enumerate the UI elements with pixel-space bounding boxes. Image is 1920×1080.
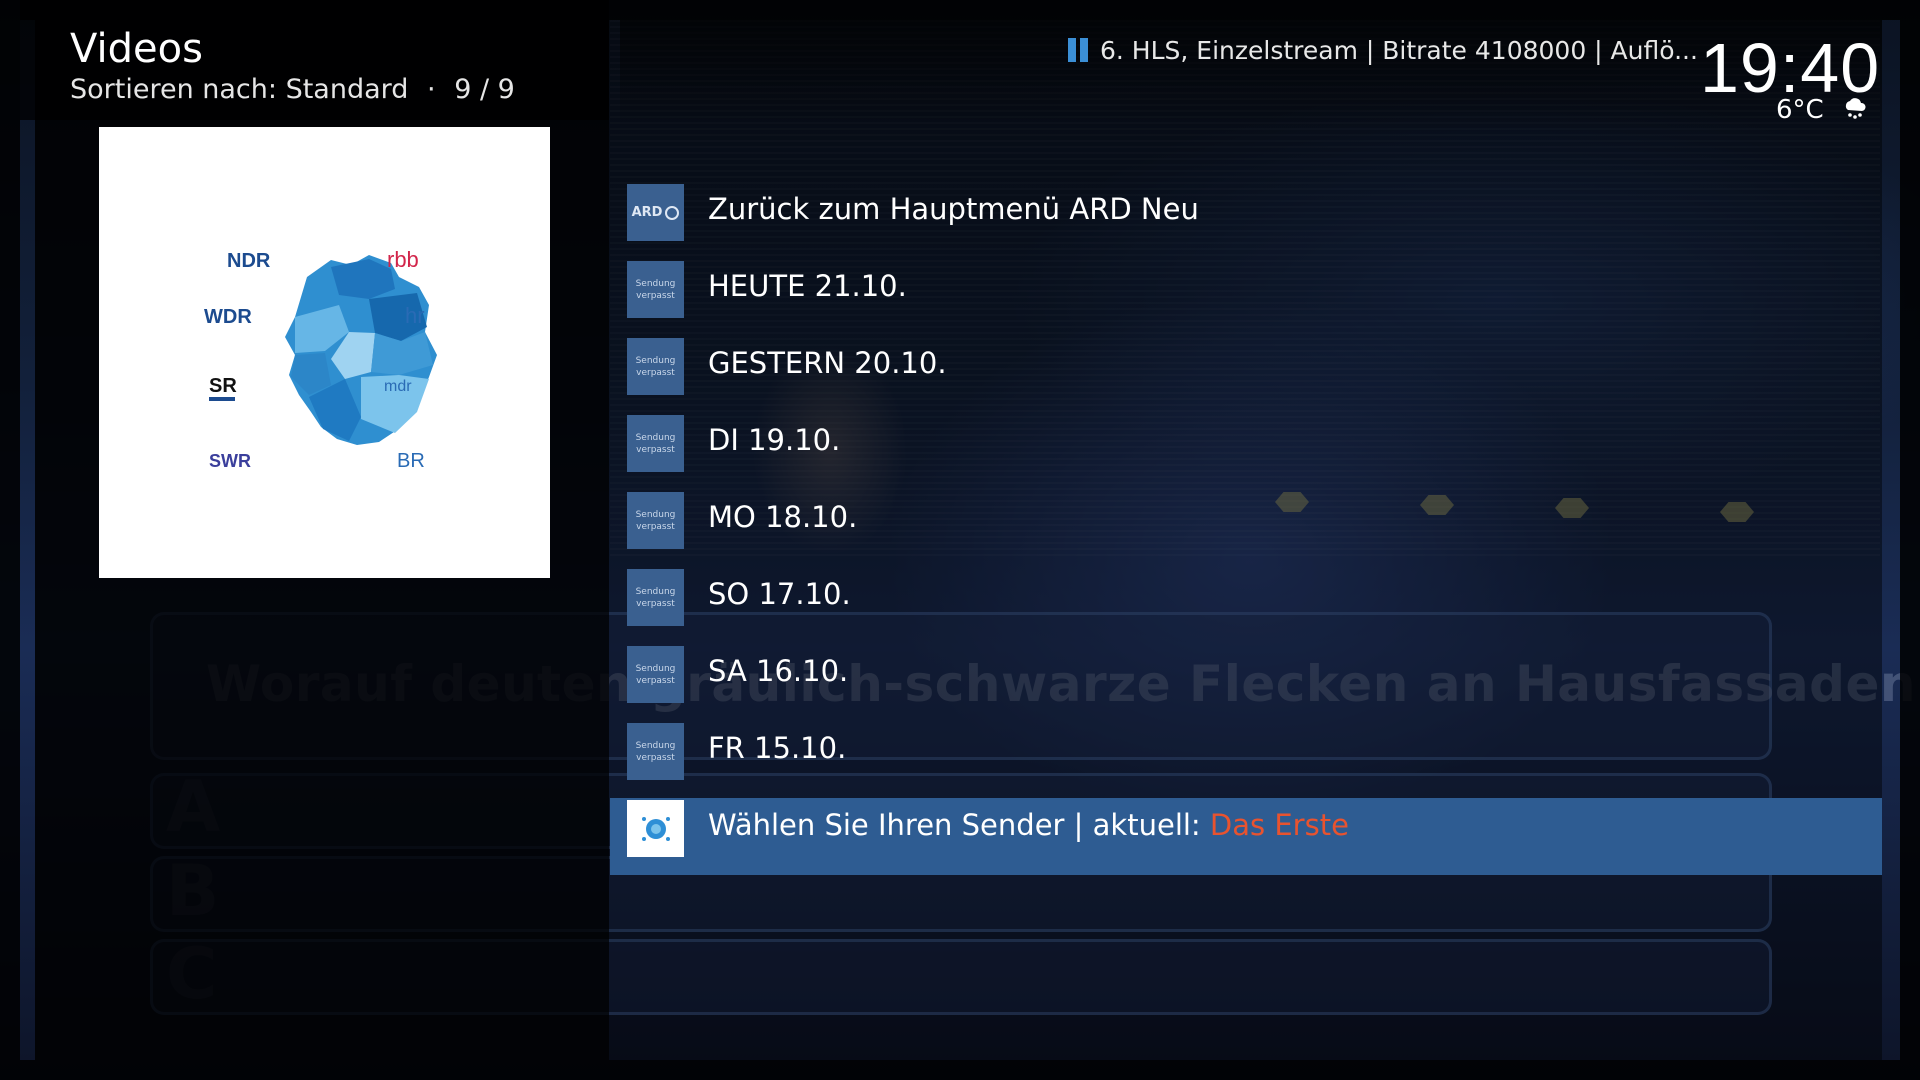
station-logo: NDR — [227, 250, 271, 272]
ard-logo-icon: ARD — [627, 184, 684, 241]
snow-cloud-icon — [1845, 98, 1866, 119]
page-title: Videos — [70, 26, 203, 72]
station-logo: SWR — [209, 451, 251, 471]
station-logo: rbb — [387, 247, 419, 272]
list-item-label: GESTERN 20.10. — [708, 346, 947, 380]
video-list: ARD Zurück zum Hauptmenü ARD Neu Sendung… — [610, 182, 1882, 875]
playback-status: 6. HLS, Einzelstream | Bitrate 4108000 |… — [1068, 36, 1698, 65]
sort-separator: · — [427, 74, 436, 105]
list-item[interactable]: Sendung verpasst MO 18.10. — [610, 490, 1882, 567]
item-count: 9 / 9 — [454, 74, 515, 105]
list-item-label: SA 16.10. — [708, 654, 849, 688]
missed-show-icon: Sendung verpasst — [627, 646, 684, 703]
list-item-label: MO 18.10. — [708, 500, 858, 534]
channel-prompt: Wählen Sie Ihren Sender | aktuell: — [708, 808, 1210, 842]
list-item-label: SO 17.10. — [708, 577, 851, 611]
sort-info[interactable]: Sortieren nach: Standard · 9 / 9 — [70, 74, 515, 105]
list-item[interactable]: Sendung verpasst DI 19.10. — [610, 413, 1882, 490]
list-item-label: FR 15.10. — [708, 731, 847, 765]
weather: 6°C — [1776, 95, 1868, 125]
missed-show-icon: Sendung verpasst — [627, 569, 684, 626]
ard-stations-map-icon: NDR rbb WDR hr SR mdr SWR BR — [204, 247, 437, 472]
list-item[interactable]: Sendung verpasst HEUTE 21.10. — [610, 259, 1882, 336]
list-item-label: DI 19.10. — [708, 423, 841, 457]
list-item-selected[interactable]: Wählen Sie Ihren Sender | aktuell: Das E… — [610, 798, 1882, 875]
channel-select-icon — [627, 800, 684, 857]
list-item-label: Wählen Sie Ihren Sender | aktuell: Das E… — [708, 808, 1349, 842]
list-item[interactable]: Sendung verpasst GESTERN 20.10. — [610, 336, 1882, 413]
station-logo: SR — [209, 375, 237, 397]
station-logo: WDR — [204, 306, 252, 328]
list-item-label: Zurück zum Hauptmenü ARD Neu — [708, 192, 1199, 226]
list-item[interactable]: Sendung verpasst FR 15.10. — [610, 721, 1882, 798]
missed-show-icon: Sendung verpasst — [627, 492, 684, 549]
missed-show-icon: Sendung verpasst — [627, 338, 684, 395]
list-item[interactable]: Sendung verpasst SA 16.10. — [610, 644, 1882, 721]
missed-show-icon: Sendung verpasst — [627, 415, 684, 472]
station-logo: hr — [405, 303, 425, 328]
item-thumbnail: NDR rbb WDR hr SR mdr SWR BR — [99, 127, 550, 578]
current-channel: Das Erste — [1209, 808, 1349, 842]
pause-icon — [1068, 38, 1090, 62]
list-item[interactable]: Sendung verpasst SO 17.10. — [610, 567, 1882, 644]
germany-map — [285, 255, 437, 445]
station-logo: mdr — [384, 378, 412, 395]
station-logo: BR — [397, 450, 425, 472]
missed-show-icon: Sendung verpasst — [627, 261, 684, 318]
missed-show-icon: Sendung verpasst — [627, 723, 684, 780]
stream-info: 6. HLS, Einzelstream | Bitrate 4108000 |… — [1100, 36, 1698, 65]
temperature: 6°C — [1776, 95, 1824, 125]
sort-label: Sortieren nach: Standard — [70, 74, 409, 105]
list-item[interactable]: ARD Zurück zum Hauptmenü ARD Neu — [610, 182, 1882, 259]
list-item-label: HEUTE 21.10. — [708, 269, 907, 303]
